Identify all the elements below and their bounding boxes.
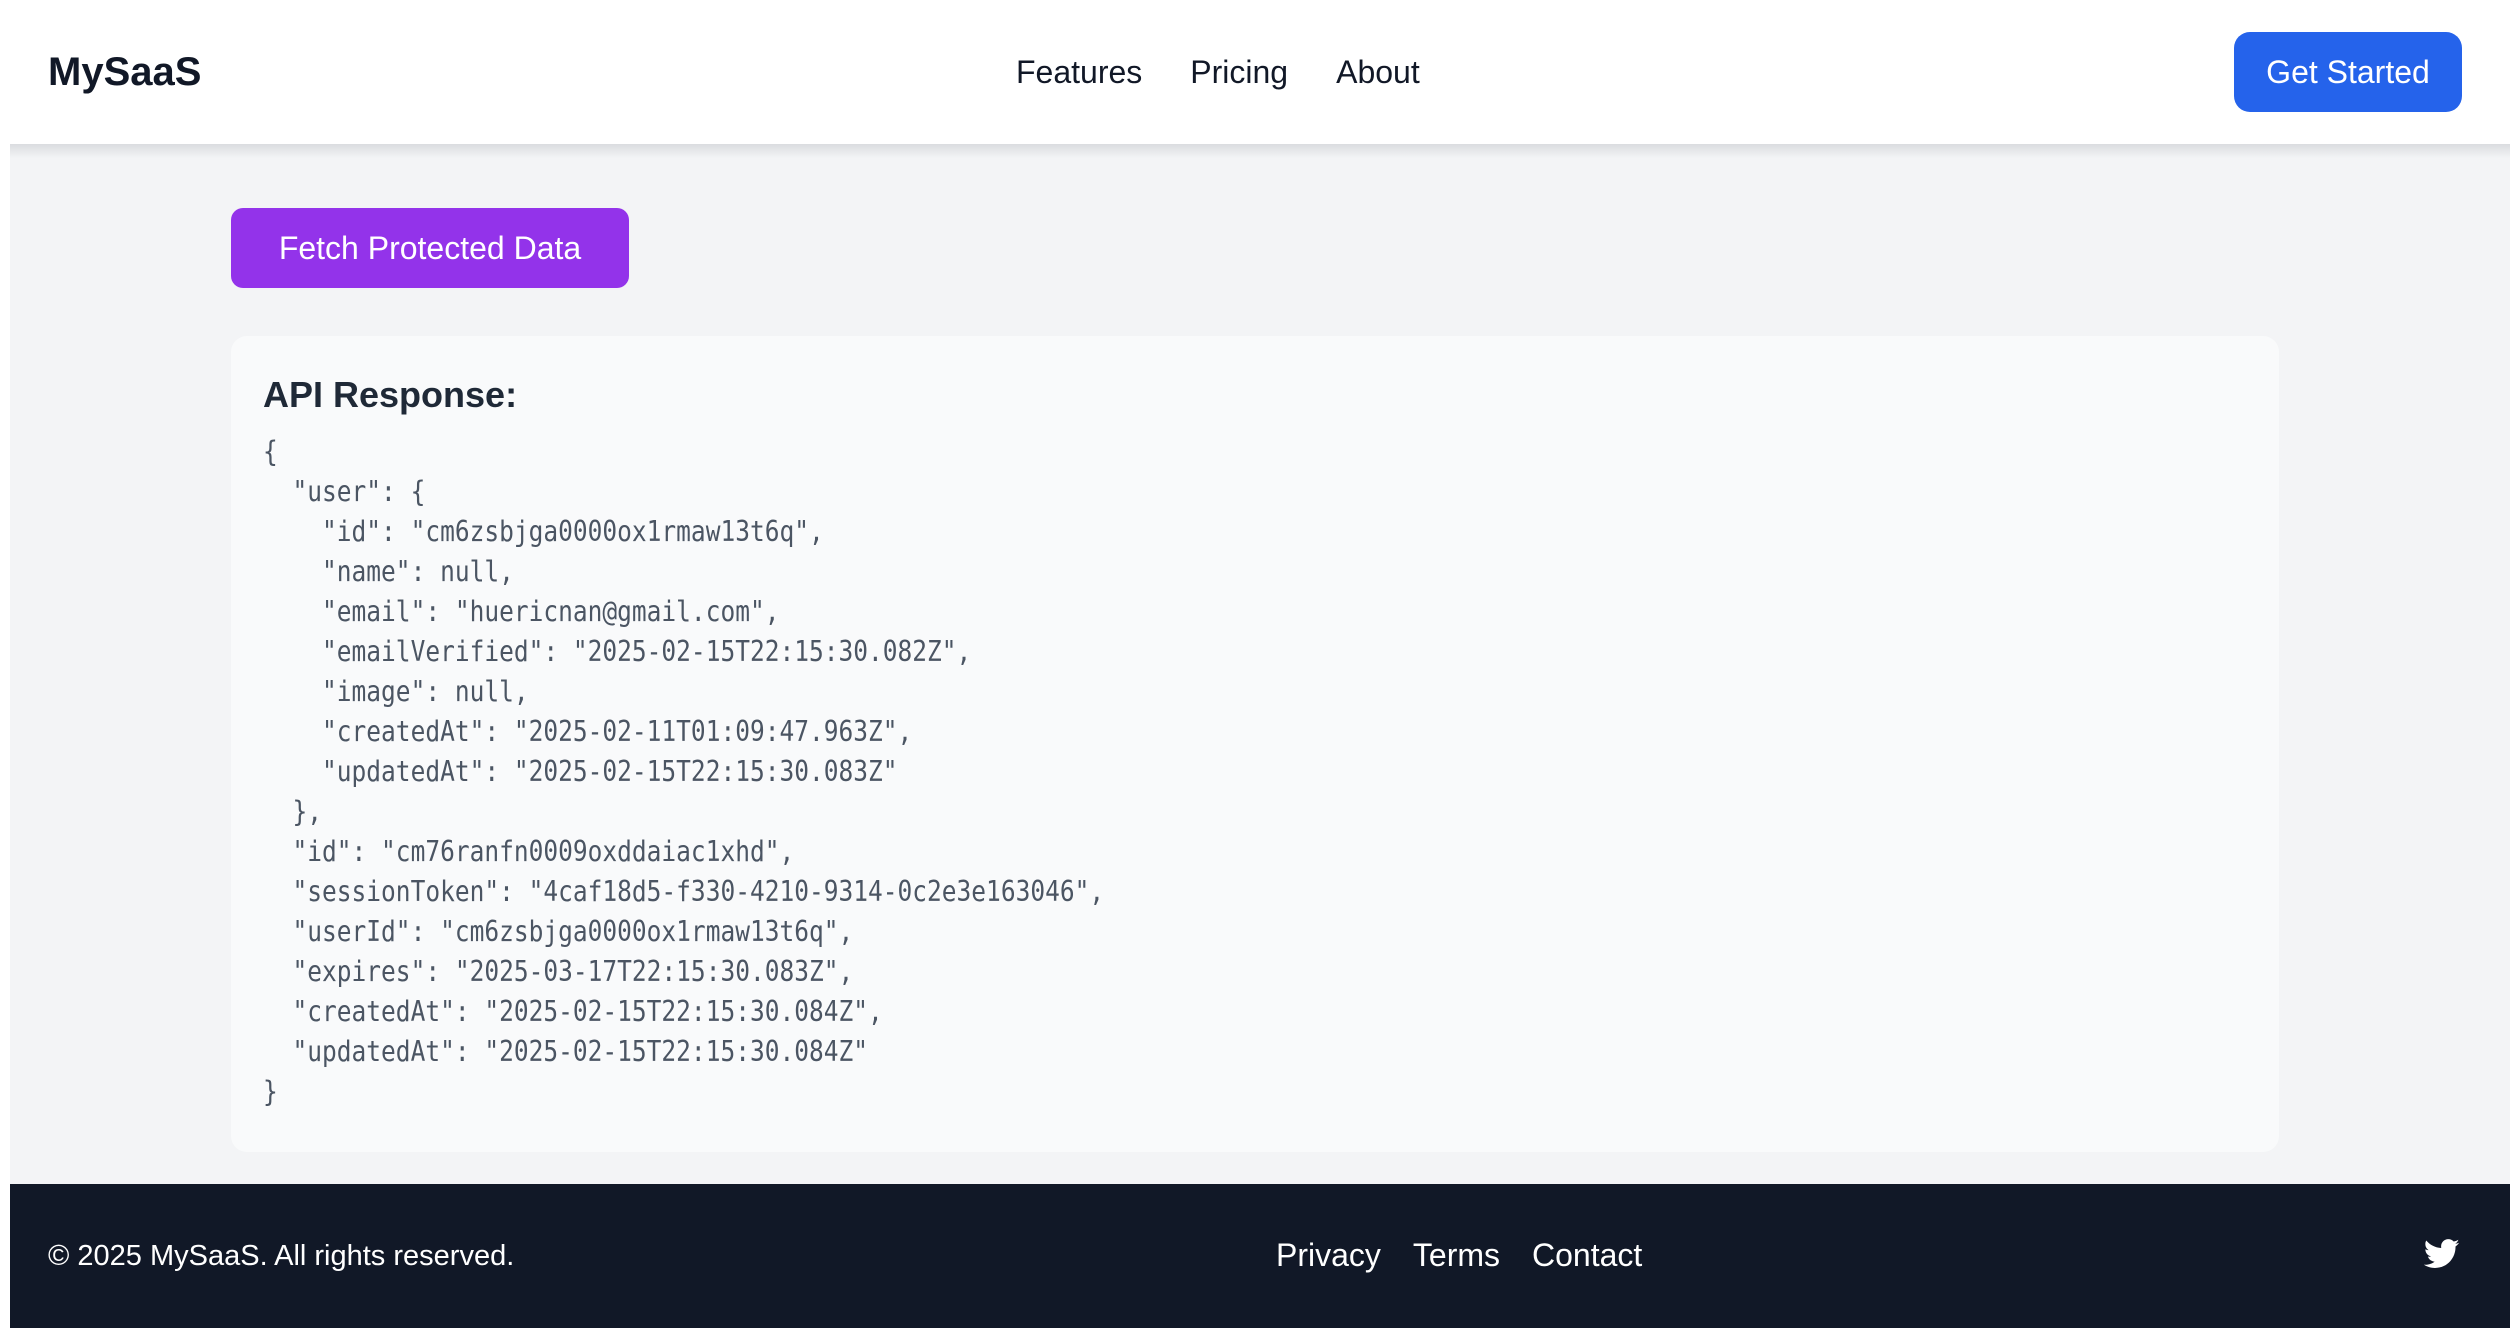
get-started-button[interactable]: Get Started (2234, 32, 2462, 112)
fetch-protected-data-button[interactable]: Fetch Protected Data (231, 208, 629, 288)
copyright-text: © 2025 MySaaS. All rights reserved. (48, 1240, 515, 1272)
twitter-icon[interactable] (2423, 1238, 2460, 1270)
nav-link-features[interactable]: Features (1016, 50, 1142, 94)
twitter-icon-glyph (2423, 1239, 2460, 1268)
api-response-card: API Response: { "user": { "id": "cm6zsbj… (231, 336, 2279, 1152)
api-response-title: API Response: (263, 374, 518, 415)
footer-link-privacy[interactable]: Privacy (1276, 1234, 1381, 1276)
site-footer: © 2025 MySaaS. All rights reserved. Priv… (10, 1184, 2510, 1328)
nav-link-about[interactable]: About (1336, 50, 1420, 94)
header-shadow (10, 144, 2510, 158)
footer-links: Privacy Terms Contact (1276, 1234, 1642, 1276)
site-header: MySaaS Features Pricing About Get Starte… (0, 0, 2510, 144)
api-response-json: { "user": { "id": "cm6zsbjga0000ox1rmaw1… (263, 435, 1105, 1108)
footer-link-contact[interactable]: Contact (1532, 1234, 1642, 1276)
logo[interactable]: MySaaS (48, 48, 201, 96)
footer-link-terms[interactable]: Terms (1413, 1234, 1500, 1276)
nav-link-pricing[interactable]: Pricing (1190, 50, 1288, 94)
main-nav: Features Pricing About (1016, 50, 1420, 94)
